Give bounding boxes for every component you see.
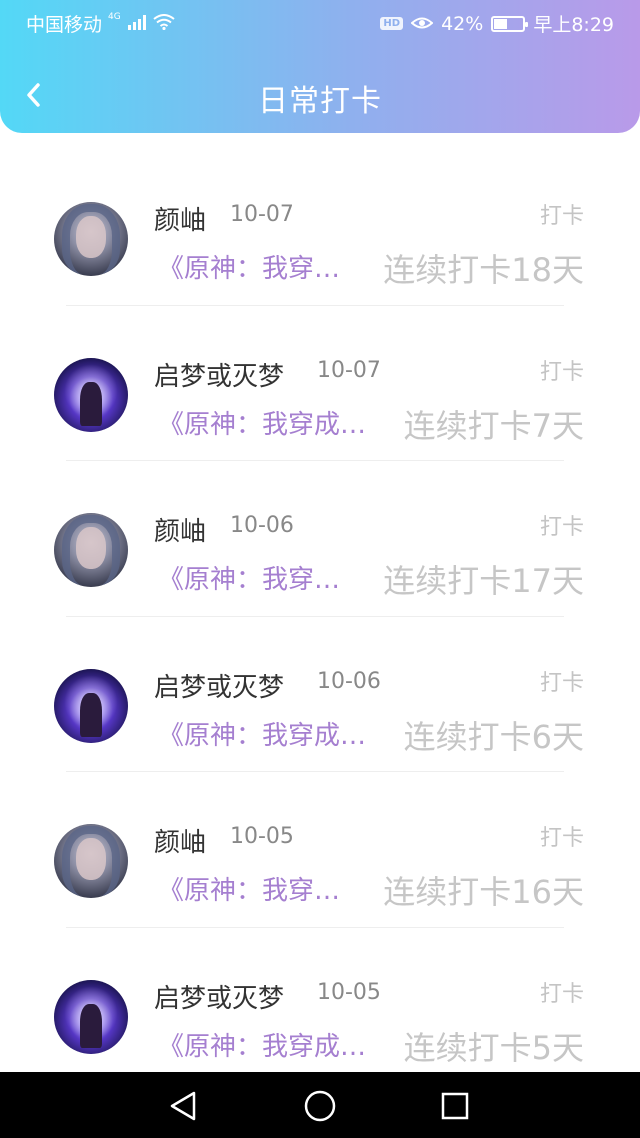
checkin-date: 10-05 xyxy=(230,824,294,849)
status-bar: 中国移动 4G HD 42% 早上8:29 xyxy=(0,0,640,44)
checkin-action-label: 打卡 xyxy=(539,359,584,385)
status-left: 中国移动 4G xyxy=(26,10,175,37)
checkin-action-label: 打卡 xyxy=(539,670,584,696)
book-title[interactable]: 《原神：我穿… xyxy=(158,559,340,596)
header-bar: 中国移动 4G HD 42% 早上8:29 日常打卡 xyxy=(0,0,640,133)
streak-count: 连续打卡17天 xyxy=(383,562,584,600)
checkin-row[interactable]: 颜岫 10-06 打卡 《原神：我穿… 连续打卡17天 xyxy=(0,461,640,617)
hd-badge: HD xyxy=(380,17,404,30)
checkin-date: 10-07 xyxy=(230,202,294,227)
signal-icon xyxy=(127,13,147,35)
avatar[interactable] xyxy=(54,668,128,743)
book-title[interactable]: 《原神：我穿成… xyxy=(158,715,366,752)
avatar[interactable] xyxy=(54,824,128,898)
checkin-row[interactable]: 启梦或灭梦 10-07 打卡 《原神：我穿成… 连续打卡7天 xyxy=(0,306,640,461)
book-title[interactable]: 《原神：我穿成… xyxy=(158,1026,366,1063)
checkin-date: 10-06 xyxy=(230,513,294,538)
checkin-action-label: 打卡 xyxy=(539,826,584,851)
clock: 早上8:29 xyxy=(533,14,614,36)
checkin-row[interactable]: 颜岫 10-07 打卡 《原神：我穿… 连续打卡18天 xyxy=(0,150,640,306)
avatar[interactable] xyxy=(54,357,128,432)
user-name: 启梦或灭梦 xyxy=(154,672,285,703)
checkin-date: 10-06 xyxy=(317,668,381,694)
page-title: 日常打卡 xyxy=(258,84,382,119)
back-triangle-icon[interactable] xyxy=(163,1086,203,1126)
streak-count: 连续打卡5天 xyxy=(403,1028,584,1067)
user-name: 启梦或灭梦 xyxy=(154,983,285,1014)
checkin-row[interactable]: 启梦或灭梦 10-05 打卡 《原神：我穿成… 连续打卡5天 xyxy=(0,928,640,1084)
eye-icon xyxy=(410,13,434,35)
user-name: 颜岫 xyxy=(154,206,207,236)
book-title[interactable]: 《原神：我穿成… xyxy=(158,404,366,441)
checkin-row[interactable]: 颜岫 10-05 打卡 《原神：我穿… 连续打卡16天 xyxy=(0,772,640,928)
user-name: 启梦或灭梦 xyxy=(154,361,285,392)
battery-icon xyxy=(491,15,529,32)
streak-count: 连续打卡16天 xyxy=(383,873,584,911)
checkin-date: 10-05 xyxy=(317,979,381,1005)
battery-percent: 42% xyxy=(441,12,484,35)
home-circle-icon[interactable] xyxy=(300,1086,340,1126)
network-type: 4G xyxy=(108,11,121,22)
user-name: 颜岫 xyxy=(154,517,207,547)
recents-square-icon[interactable] xyxy=(435,1086,475,1126)
streak-count: 连续打卡6天 xyxy=(403,717,584,756)
checkin-date: 10-07 xyxy=(317,357,381,383)
checkin-list: 颜岫 10-07 打卡 《原神：我穿… 连续打卡18天 启梦或灭梦 10-07 … xyxy=(0,150,640,1083)
system-navigation-bar xyxy=(0,1072,640,1138)
checkin-action-label: 打卡 xyxy=(539,981,584,1007)
carrier-label: 中国移动 xyxy=(26,14,103,36)
checkin-action-label: 打卡 xyxy=(539,515,584,540)
avatar[interactable] xyxy=(54,979,128,1054)
book-title[interactable]: 《原神：我穿… xyxy=(158,248,340,285)
status-right: HD 42% 早上8:29 xyxy=(380,10,614,37)
streak-count: 连续打卡7天 xyxy=(403,406,584,445)
checkin-action-label: 打卡 xyxy=(539,204,584,229)
avatar[interactable] xyxy=(54,202,128,276)
checkin-row[interactable]: 启梦或灭梦 10-06 打卡 《原神：我穿成… 连续打卡6天 xyxy=(0,617,640,772)
wifi-icon xyxy=(153,13,175,35)
streak-count: 连续打卡18天 xyxy=(383,251,584,289)
user-name: 颜岫 xyxy=(154,828,207,858)
avatar[interactable] xyxy=(54,513,128,587)
book-title[interactable]: 《原神：我穿… xyxy=(158,870,340,907)
